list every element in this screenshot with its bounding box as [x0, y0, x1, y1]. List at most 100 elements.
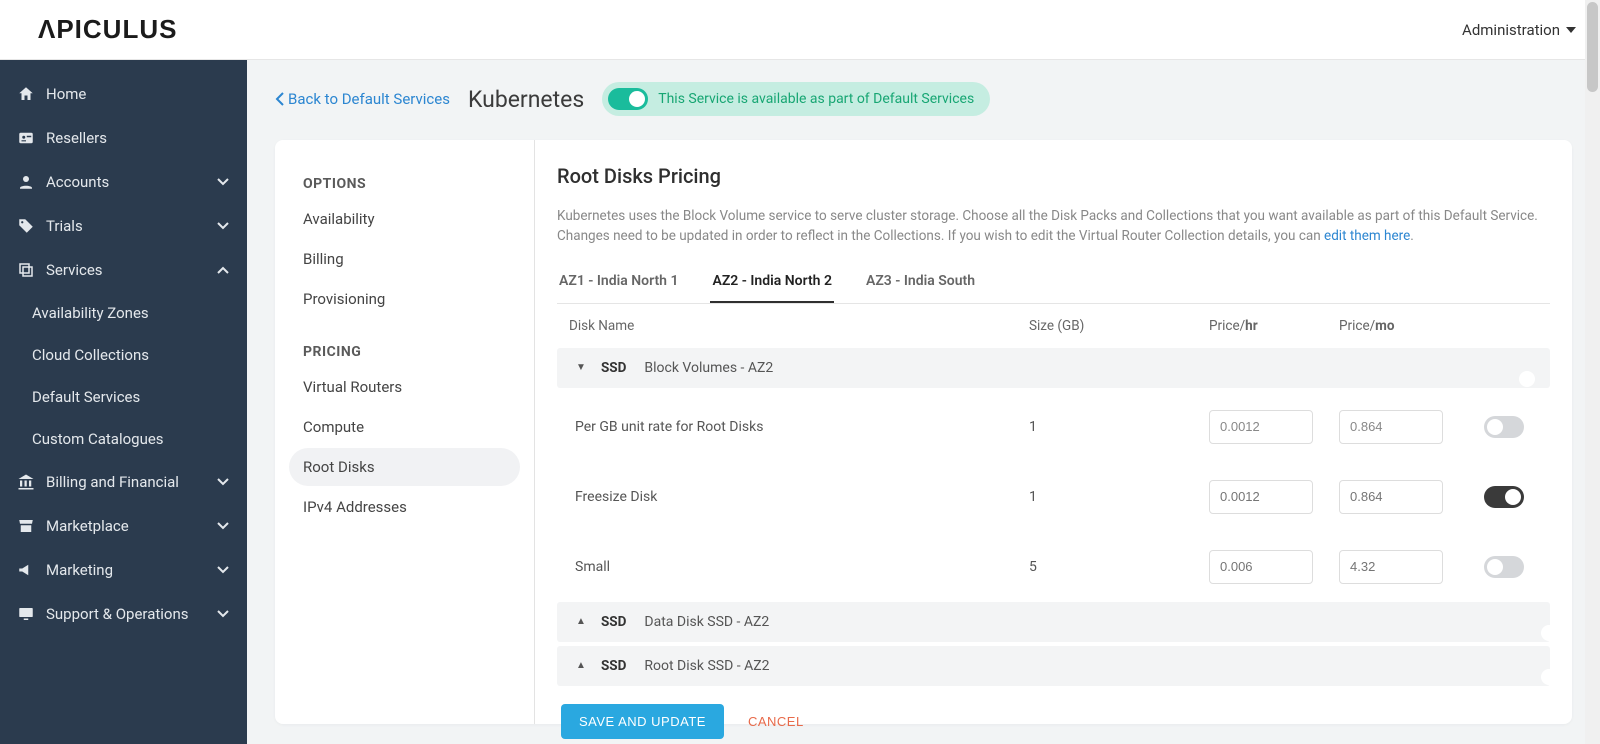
col-price-hr: Price/hr [1209, 318, 1339, 334]
tab-az3[interactable]: AZ3 - India South [864, 265, 977, 303]
caret-up-icon: ▲ [569, 616, 593, 627]
content-description: Kubernetes uses the Block Volume service… [557, 206, 1550, 247]
price-hr-input[interactable] [1209, 480, 1313, 514]
sidebar-label: Marketplace [46, 517, 129, 535]
sidebar-item-billing[interactable]: Billing and Financial [0, 460, 247, 504]
back-link[interactable]: Back to Default Services [275, 90, 450, 108]
monitor-icon [16, 604, 36, 624]
edit-link[interactable]: edit them here [1324, 228, 1410, 244]
home-icon [16, 84, 36, 104]
disk-group-block-volumes[interactable]: ▼ SSD Block Volumes - AZ2 [557, 348, 1550, 388]
price-mo-input[interactable] [1339, 550, 1443, 584]
disk-size: 1 [1029, 489, 1209, 505]
sidebar-label: Default Services [32, 388, 140, 406]
group-tag: SSD [601, 614, 626, 630]
sidebar-item-default-services[interactable]: Default Services [16, 376, 247, 418]
section-title-pricing: PRICING [303, 344, 520, 360]
table-header: Disk Name Size (GB) Price/hr Price/mo [557, 304, 1550, 348]
tab-az2[interactable]: AZ2 - India North 2 [710, 265, 833, 303]
price-hr-input[interactable] [1209, 410, 1313, 444]
section-title-options: OPTIONS [303, 176, 520, 192]
id-card-icon [16, 128, 36, 148]
price-mo-input[interactable] [1339, 410, 1443, 444]
pricing-content: Root Disks Pricing Kubernetes uses the B… [535, 140, 1572, 724]
group-tag: SSD [601, 360, 626, 376]
group-name: Root Disk SSD - AZ2 [644, 658, 1538, 674]
sidebar-item-resellers[interactable]: Resellers [0, 116, 247, 160]
disk-row: Per GB unit rate for Root Disks 1 [557, 392, 1550, 462]
cancel-button[interactable]: CANCEL [748, 714, 804, 729]
sidebar-label: Support & Operations [46, 605, 189, 623]
option-billing[interactable]: Billing [289, 240, 520, 278]
option-ipv4[interactable]: IPv4 Addresses [289, 488, 520, 526]
megaphone-icon [16, 560, 36, 580]
option-provisioning[interactable]: Provisioning [289, 280, 520, 318]
row-toggle[interactable] [1484, 486, 1524, 508]
option-compute[interactable]: Compute [289, 408, 520, 446]
disk-group-data-disk[interactable]: ▲ SSD Data Disk SSD - AZ2 [557, 602, 1550, 642]
chevron-down-icon [217, 178, 229, 186]
row-toggle[interactable] [1484, 416, 1524, 438]
group-name: Block Volumes - AZ2 [644, 360, 1538, 376]
sidebar-label: Resellers [46, 129, 107, 147]
sidebar-item-trials[interactable]: Trials [0, 204, 247, 248]
sidebar-item-custom-catalogues[interactable]: Custom Catalogues [16, 418, 247, 460]
brand-logo: ΛPICULUS [38, 14, 177, 45]
group-name: Data Disk SSD - AZ2 [644, 614, 1538, 630]
disk-row: Freesize Disk 1 [557, 462, 1550, 532]
page-scrollbar[interactable] [1585, 0, 1600, 744]
price-mo-input[interactable] [1339, 480, 1443, 514]
disk-name: Per GB unit rate for Root Disks [569, 419, 1029, 435]
main: Back to Default Services Kubernetes This… [247, 60, 1600, 744]
chevron-up-icon [217, 266, 229, 274]
sidebar-item-support[interactable]: Support & Operations [0, 592, 247, 636]
save-button[interactable]: SAVE AND UPDATE [561, 704, 724, 739]
service-enabled-toggle[interactable] [608, 88, 648, 110]
layers-icon [16, 260, 36, 280]
sidebar-item-cloud-collections[interactable]: Cloud Collections [16, 334, 247, 376]
sidebar-item-accounts[interactable]: Accounts [0, 160, 247, 204]
content-heading: Root Disks Pricing [557, 164, 1550, 188]
admin-label: Administration [1462, 21, 1560, 39]
sidebar-label: Accounts [46, 173, 109, 191]
col-size: Size (GB) [1029, 318, 1209, 334]
col-price-mo: Price/mo [1339, 318, 1469, 334]
topbar: ΛPICULUS Administration [0, 0, 1600, 60]
scrollbar-thumb[interactable] [1587, 2, 1598, 92]
disk-group-root-disk[interactable]: ▲ SSD Root Disk SSD - AZ2 [557, 646, 1550, 686]
caret-up-icon: ▲ [569, 660, 593, 671]
sidebar-label: Trials [46, 217, 83, 235]
chevron-down-icon [217, 522, 229, 530]
back-label: Back to Default Services [288, 90, 450, 108]
option-root-disks[interactable]: Root Disks [289, 448, 520, 486]
disk-size: 1 [1029, 419, 1209, 435]
content-card: OPTIONS Availability Billing Provisionin… [275, 140, 1572, 724]
chevron-down-icon [217, 478, 229, 486]
sidebar-label: Cloud Collections [32, 346, 149, 364]
group-tag: SSD [601, 658, 626, 674]
chevron-down-icon [217, 566, 229, 574]
options-panel: OPTIONS Availability Billing Provisionin… [275, 140, 535, 724]
store-icon [16, 516, 36, 536]
chevron-down-icon [217, 222, 229, 230]
sidebar-item-services[interactable]: Services [0, 248, 247, 292]
disk-row: Small 5 [557, 532, 1550, 602]
admin-dropdown[interactable]: Administration [1462, 21, 1576, 39]
user-icon [16, 172, 36, 192]
sidebar-item-home[interactable]: Home [0, 72, 247, 116]
bank-icon [16, 472, 36, 492]
row-toggle[interactable] [1484, 556, 1524, 578]
option-virtual-routers[interactable]: Virtual Routers [289, 368, 520, 406]
sidebar-label: Availability Zones [32, 304, 149, 322]
chevron-down-icon [217, 610, 229, 618]
option-availability[interactable]: Availability [289, 200, 520, 238]
service-status-badge: This Service is available as part of Def… [602, 82, 990, 116]
disk-name: Small [569, 559, 1029, 575]
price-hr-input[interactable] [1209, 550, 1313, 584]
sidebar-item-availability-zones[interactable]: Availability Zones [16, 292, 247, 334]
sidebar-item-marketing[interactable]: Marketing [0, 548, 247, 592]
disk-size: 5 [1029, 559, 1209, 575]
caret-down-icon [1566, 27, 1576, 33]
sidebar-item-marketplace[interactable]: Marketplace [0, 504, 247, 548]
tab-az1[interactable]: AZ1 - India North 1 [557, 265, 680, 303]
